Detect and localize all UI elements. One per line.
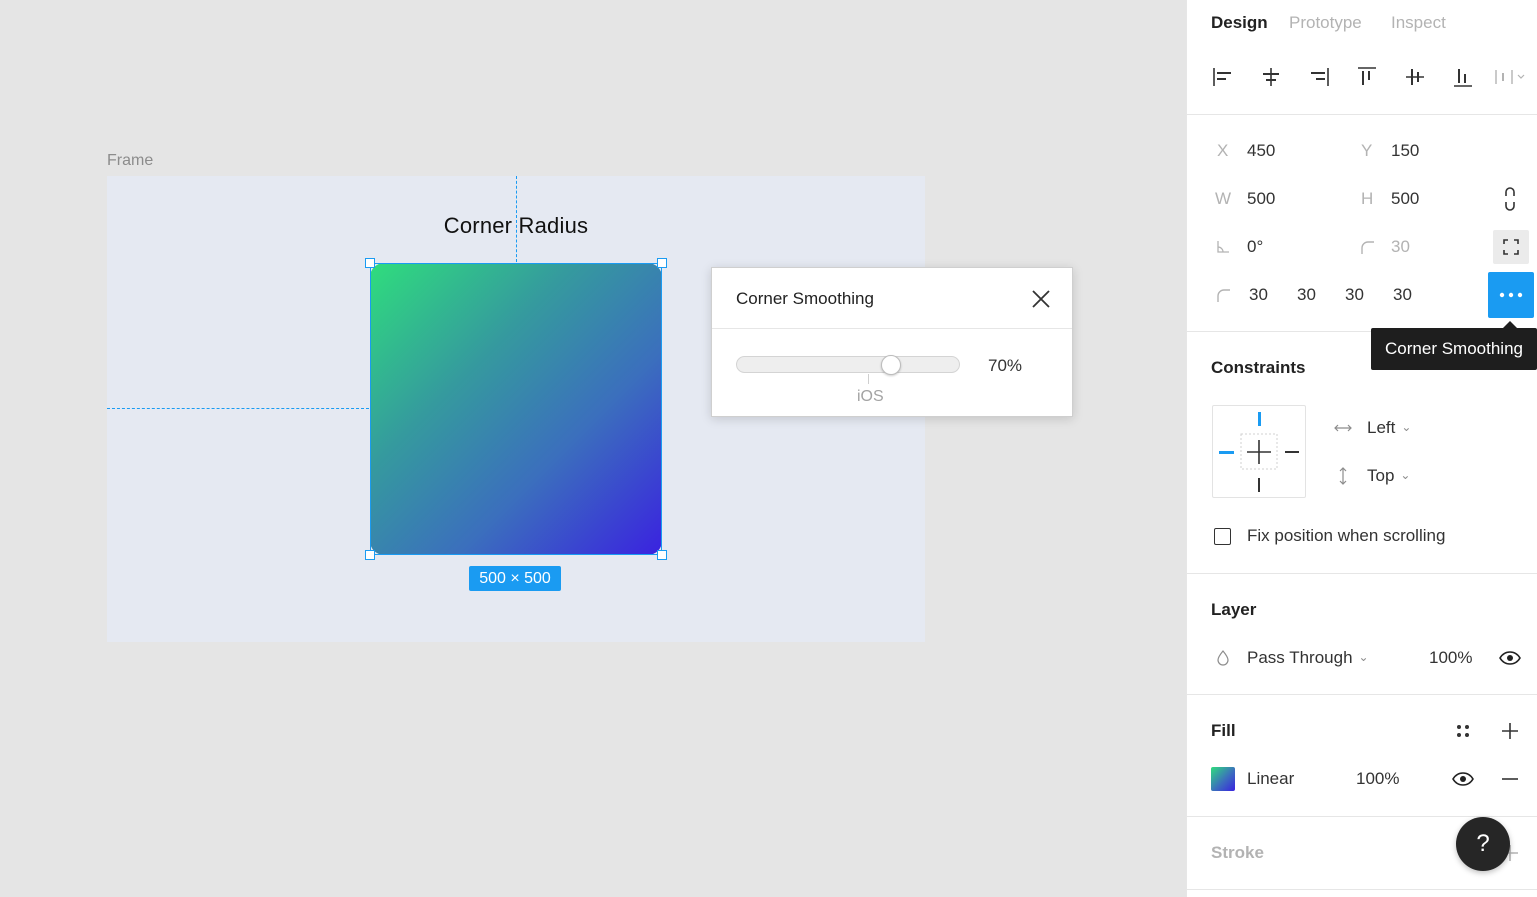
x-label: X [1217,141,1229,160]
fix-position-label[interactable]: Fix position when scrolling [1247,526,1445,546]
blend-mode-value: Pass Through [1247,648,1353,667]
fill-title: Fill [1211,721,1236,740]
divider [1187,114,1537,115]
smoothing-slider-thumb[interactable] [880,355,901,375]
ios-preset-tick [868,374,869,384]
resize-handle-bottom-left[interactable] [365,550,375,560]
distribute-icon[interactable] [1493,65,1529,89]
constraint-right [1285,451,1299,453]
divider [1187,889,1537,890]
constraint-top [1258,412,1261,426]
independent-corners-icon[interactable] [1493,230,1529,264]
smoothing-value: 70% [988,356,1023,375]
align-left-icon[interactable] [1211,65,1235,89]
align-right-icon[interactable] [1307,65,1331,89]
constrain-proportions-icon[interactable] [1496,185,1524,213]
canvas[interactable]: Frame Corner Radius 500 × 500 [0,0,1186,897]
horizontal-guide [107,408,369,409]
w-label: W [1215,189,1232,208]
frame-label[interactable]: Frame [107,152,153,170]
ios-preset-label[interactable]: iOS [857,388,884,406]
chevron-down-icon: ⌄ [1400,468,1411,482]
add-fill-icon[interactable] [1496,717,1524,745]
w-input[interactable]: 500 [1247,189,1275,209]
vertical-arrow-icon [1329,462,1357,490]
corner-bottom-left-input[interactable]: 30 [1393,285,1412,305]
remove-fill-icon[interactable] [1496,765,1524,793]
corner-icon [1209,281,1237,309]
corner-bottom-right-input[interactable]: 30 [1345,285,1364,305]
fix-position-checkbox[interactable] [1214,528,1231,545]
x-input[interactable]: 450 [1247,141,1275,161]
rotation-input[interactable]: 0° [1247,237,1263,257]
properties-panel: Design Prototype Inspect X 450 Y 150 W 5… [1186,0,1537,897]
resize-handle-top-right[interactable] [657,258,667,268]
fill-opacity-input[interactable]: 100% [1356,769,1399,789]
horizontal-arrow-icon [1329,414,1357,442]
tab-prototype[interactable]: Prototype [1289,13,1362,33]
fill-type-label[interactable]: Linear [1247,769,1294,789]
corner-radius-input[interactable]: 30 [1391,237,1410,257]
rotation-icon [1209,233,1237,261]
vertical-constraint-dropdown[interactable]: Top ⌄ [1367,466,1410,486]
resize-handle-top-left[interactable] [365,258,375,268]
constraints-title: Constraints [1211,358,1306,377]
chevron-down-icon: ⌄ [1358,650,1369,664]
blend-mode-icon [1209,644,1237,672]
constraint-bottom [1258,478,1260,492]
divider [1187,694,1537,695]
more-icon [1499,292,1523,298]
eye-icon[interactable] [1496,644,1524,672]
vertical-constraint-value: Top [1367,466,1395,485]
corner-radius-icon [1353,233,1381,261]
h-input[interactable]: 500 [1391,189,1419,209]
align-bottom-icon[interactable] [1451,65,1475,89]
constraints-widget[interactable] [1212,405,1306,498]
constraint-left [1219,451,1234,454]
y-input[interactable]: 150 [1391,141,1419,161]
corner-smoothing-tooltip: Corner Smoothing [1371,328,1537,370]
blend-mode-dropdown[interactable]: Pass Through ⌄ [1247,648,1369,668]
chevron-down-icon: ⌄ [1401,420,1412,434]
align-vertical-center-icon[interactable] [1403,65,1427,89]
corner-top-left-input[interactable]: 30 [1249,285,1268,305]
stroke-title: Stroke [1211,843,1264,862]
close-icon[interactable] [1030,288,1052,310]
align-top-icon[interactable] [1355,65,1379,89]
corner-smoothing-popup: Corner Smoothing 70% iOS [711,267,1073,417]
smoothing-slider-track[interactable] [736,356,960,373]
y-label: Y [1361,141,1373,160]
align-horizontal-center-icon[interactable] [1259,65,1283,89]
popup-title: Corner Smoothing [736,289,874,308]
corner-top-right-input[interactable]: 30 [1297,285,1316,305]
size-badge: 500 × 500 [469,566,561,591]
h-label: H [1361,189,1374,208]
corner-smoothing-button[interactable] [1488,272,1534,318]
styles-icon[interactable] [1449,717,1477,745]
divider [1187,573,1537,574]
help-button[interactable]: ? [1456,817,1510,871]
layer-title: Layer [1211,600,1257,619]
horizontal-constraint-dropdown[interactable]: Left ⌄ [1367,418,1411,438]
layer-opacity-input[interactable]: 100% [1429,648,1472,668]
horizontal-constraint-value: Left [1367,418,1396,437]
tab-inspect[interactable]: Inspect [1391,13,1446,33]
selection-box [370,263,662,555]
tab-design[interactable]: Design [1211,13,1268,33]
fill-swatch[interactable] [1211,767,1235,791]
canvas-title-text[interactable]: Corner Radius [370,213,662,239]
resize-handle-bottom-right[interactable] [657,550,667,560]
popup-header: Corner Smoothing [712,268,1072,329]
eye-icon[interactable] [1449,765,1477,793]
